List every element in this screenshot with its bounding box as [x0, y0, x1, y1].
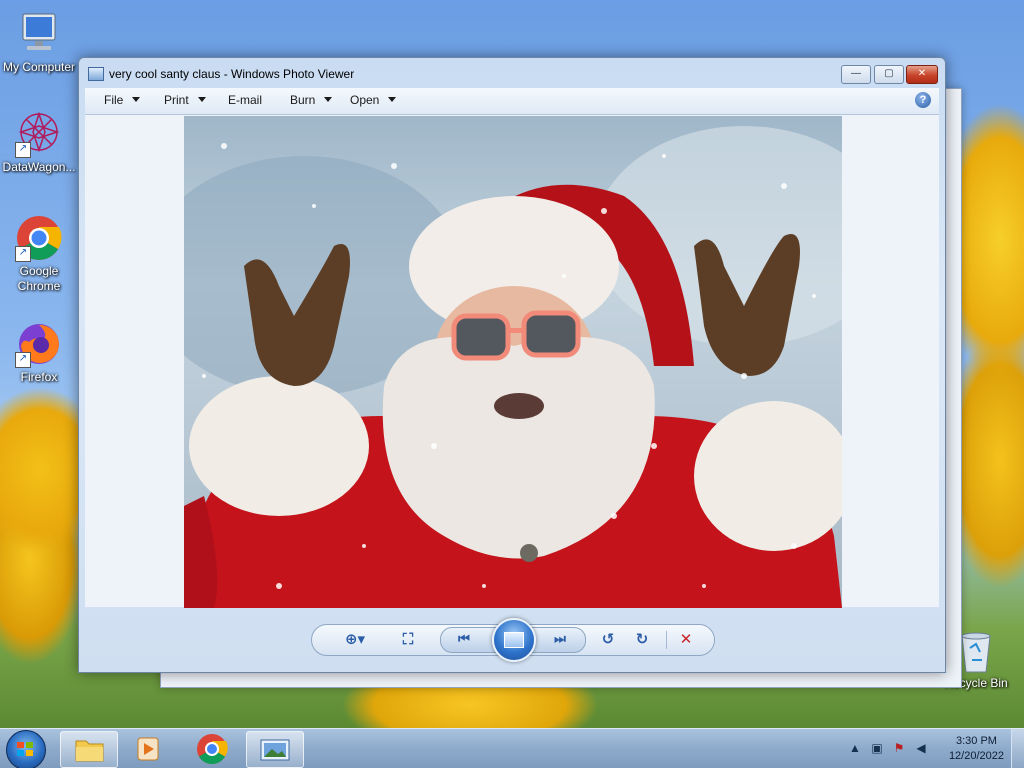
chevron-down-icon — [197, 97, 206, 102]
delete-button[interactable]: ✕ — [674, 629, 698, 651]
menu-open-label: Open — [350, 93, 380, 107]
taskbar-photo-viewer[interactable] — [246, 731, 304, 768]
recycle-bin-icon — [958, 630, 994, 674]
rotate-clockwise-button[interactable]: ↻ — [630, 629, 654, 651]
image-viewer-area[interactable] — [85, 115, 939, 608]
desktop-icon-datawagon[interactable]: ↗ DataWagon... — [0, 110, 78, 175]
desktop-icon-label: Firefox — [20, 370, 58, 384]
clock[interactable]: 3:30 PM 12/20/2022 — [949, 734, 1004, 764]
clock-date: 12/20/2022 — [948, 750, 1004, 762]
desktop-icon-label: DataWagon... — [2, 160, 76, 174]
chrome-icon: ↗ — [15, 214, 63, 262]
clock-time: 3:30 PM — [955, 735, 997, 747]
maximize-button[interactable]: ▢ — [874, 65, 904, 84]
menu-burn[interactable]: Burn — [290, 93, 333, 107]
action-center-icon[interactable]: ⚑ — [892, 741, 906, 755]
shortcut-arrow-icon: ↗ — [15, 142, 31, 158]
menu-file[interactable]: File — [104, 93, 141, 107]
windows-logo-icon — [17, 742, 33, 756]
previous-button[interactable]: ⏮ — [453, 628, 475, 650]
system-tray: ▲ ▣ ⚑ ◀ 3:30 PM 12/20/2022 — [834, 729, 1024, 768]
actual-size-icon[interactable]: ⛶ — [396, 629, 420, 651]
desktop-icon-label: Google Chrome — [17, 264, 61, 293]
chevron-down-icon — [324, 97, 333, 102]
shortcut-arrow-icon: ↗ — [15, 246, 31, 262]
menu-burn-label: Burn — [290, 93, 316, 107]
divider — [666, 631, 667, 649]
minimize-button[interactable]: — — [841, 65, 871, 84]
window-title: very cool santy claus - Windows Photo Vi… — [109, 67, 355, 81]
taskbar-chrome[interactable] — [184, 731, 240, 766]
volume-icon[interactable]: ◀ — [914, 741, 928, 755]
desktop-icon-label: My Computer — [2, 60, 76, 74]
santa-photo[interactable] — [184, 116, 842, 608]
slideshow-icon — [504, 632, 524, 648]
zoom-icon[interactable]: ⊕▾ — [338, 629, 372, 651]
chrome-icon — [197, 734, 228, 765]
start-button[interactable] — [6, 730, 46, 768]
taskbar: ▲ ▣ ⚑ ◀ 3:30 PM 12/20/2022 — [0, 728, 1024, 768]
desktop-icon-firefox[interactable]: ↗ Firefox — [0, 320, 78, 385]
computer-icon — [15, 10, 63, 58]
menu-print[interactable]: Print — [164, 93, 206, 107]
desktop-icon-google-chrome[interactable]: ↗ Google Chrome — [0, 214, 78, 294]
desktop: My Computer ↗ DataWagon... ↗ Google Chro… — [0, 0, 1024, 768]
desktop-icon-my-computer[interactable]: My Computer — [0, 10, 78, 75]
play-slideshow-button[interactable] — [492, 618, 536, 662]
santa-illustration — [184, 126, 842, 608]
folder-icon — [75, 740, 104, 762]
firefox-icon: ↗ — [15, 320, 63, 368]
menu-email-label: E-mail — [228, 93, 263, 107]
photo-viewer-window[interactable]: very cool santy claus - Windows Photo Vi… — [78, 57, 946, 673]
help-icon[interactable]: ? — [915, 92, 931, 108]
taskbar-media-player[interactable] — [120, 731, 176, 766]
title-bar[interactable]: very cool santy claus - Windows Photo Vi… — [79, 58, 945, 88]
network-icon[interactable]: ▣ — [870, 741, 884, 755]
menu-bar: File Print E-mail Burn Open ? — [85, 88, 939, 115]
shortcut-arrow-icon: ↗ — [15, 352, 31, 368]
next-button[interactable]: ⏭ — [549, 628, 571, 650]
taskbar-explorer[interactable] — [60, 731, 118, 768]
chevron-down-icon — [388, 97, 397, 102]
menu-file-label: File — [104, 93, 124, 107]
photo-viewer-icon — [260, 739, 290, 761]
close-button[interactable]: ✕ — [906, 65, 938, 84]
viewer-controls: ⊕▾ ⛶ ⏮ ⏭ ↺ ↻ ✕ — [311, 618, 715, 662]
rotate-counterclockwise-button[interactable]: ↺ — [596, 629, 620, 651]
chevron-down-icon — [132, 97, 141, 102]
show-hidden-icons-icon[interactable]: ▲ — [848, 741, 862, 755]
menu-print-label: Print — [164, 93, 189, 107]
photo-viewer-icon — [88, 67, 104, 81]
menu-open[interactable]: Open — [350, 93, 397, 107]
datawagon-icon: ↗ — [15, 110, 63, 158]
media-player-icon — [137, 737, 159, 761]
menu-email[interactable]: E-mail — [228, 93, 262, 107]
show-desktop-button[interactable] — [1011, 729, 1024, 768]
